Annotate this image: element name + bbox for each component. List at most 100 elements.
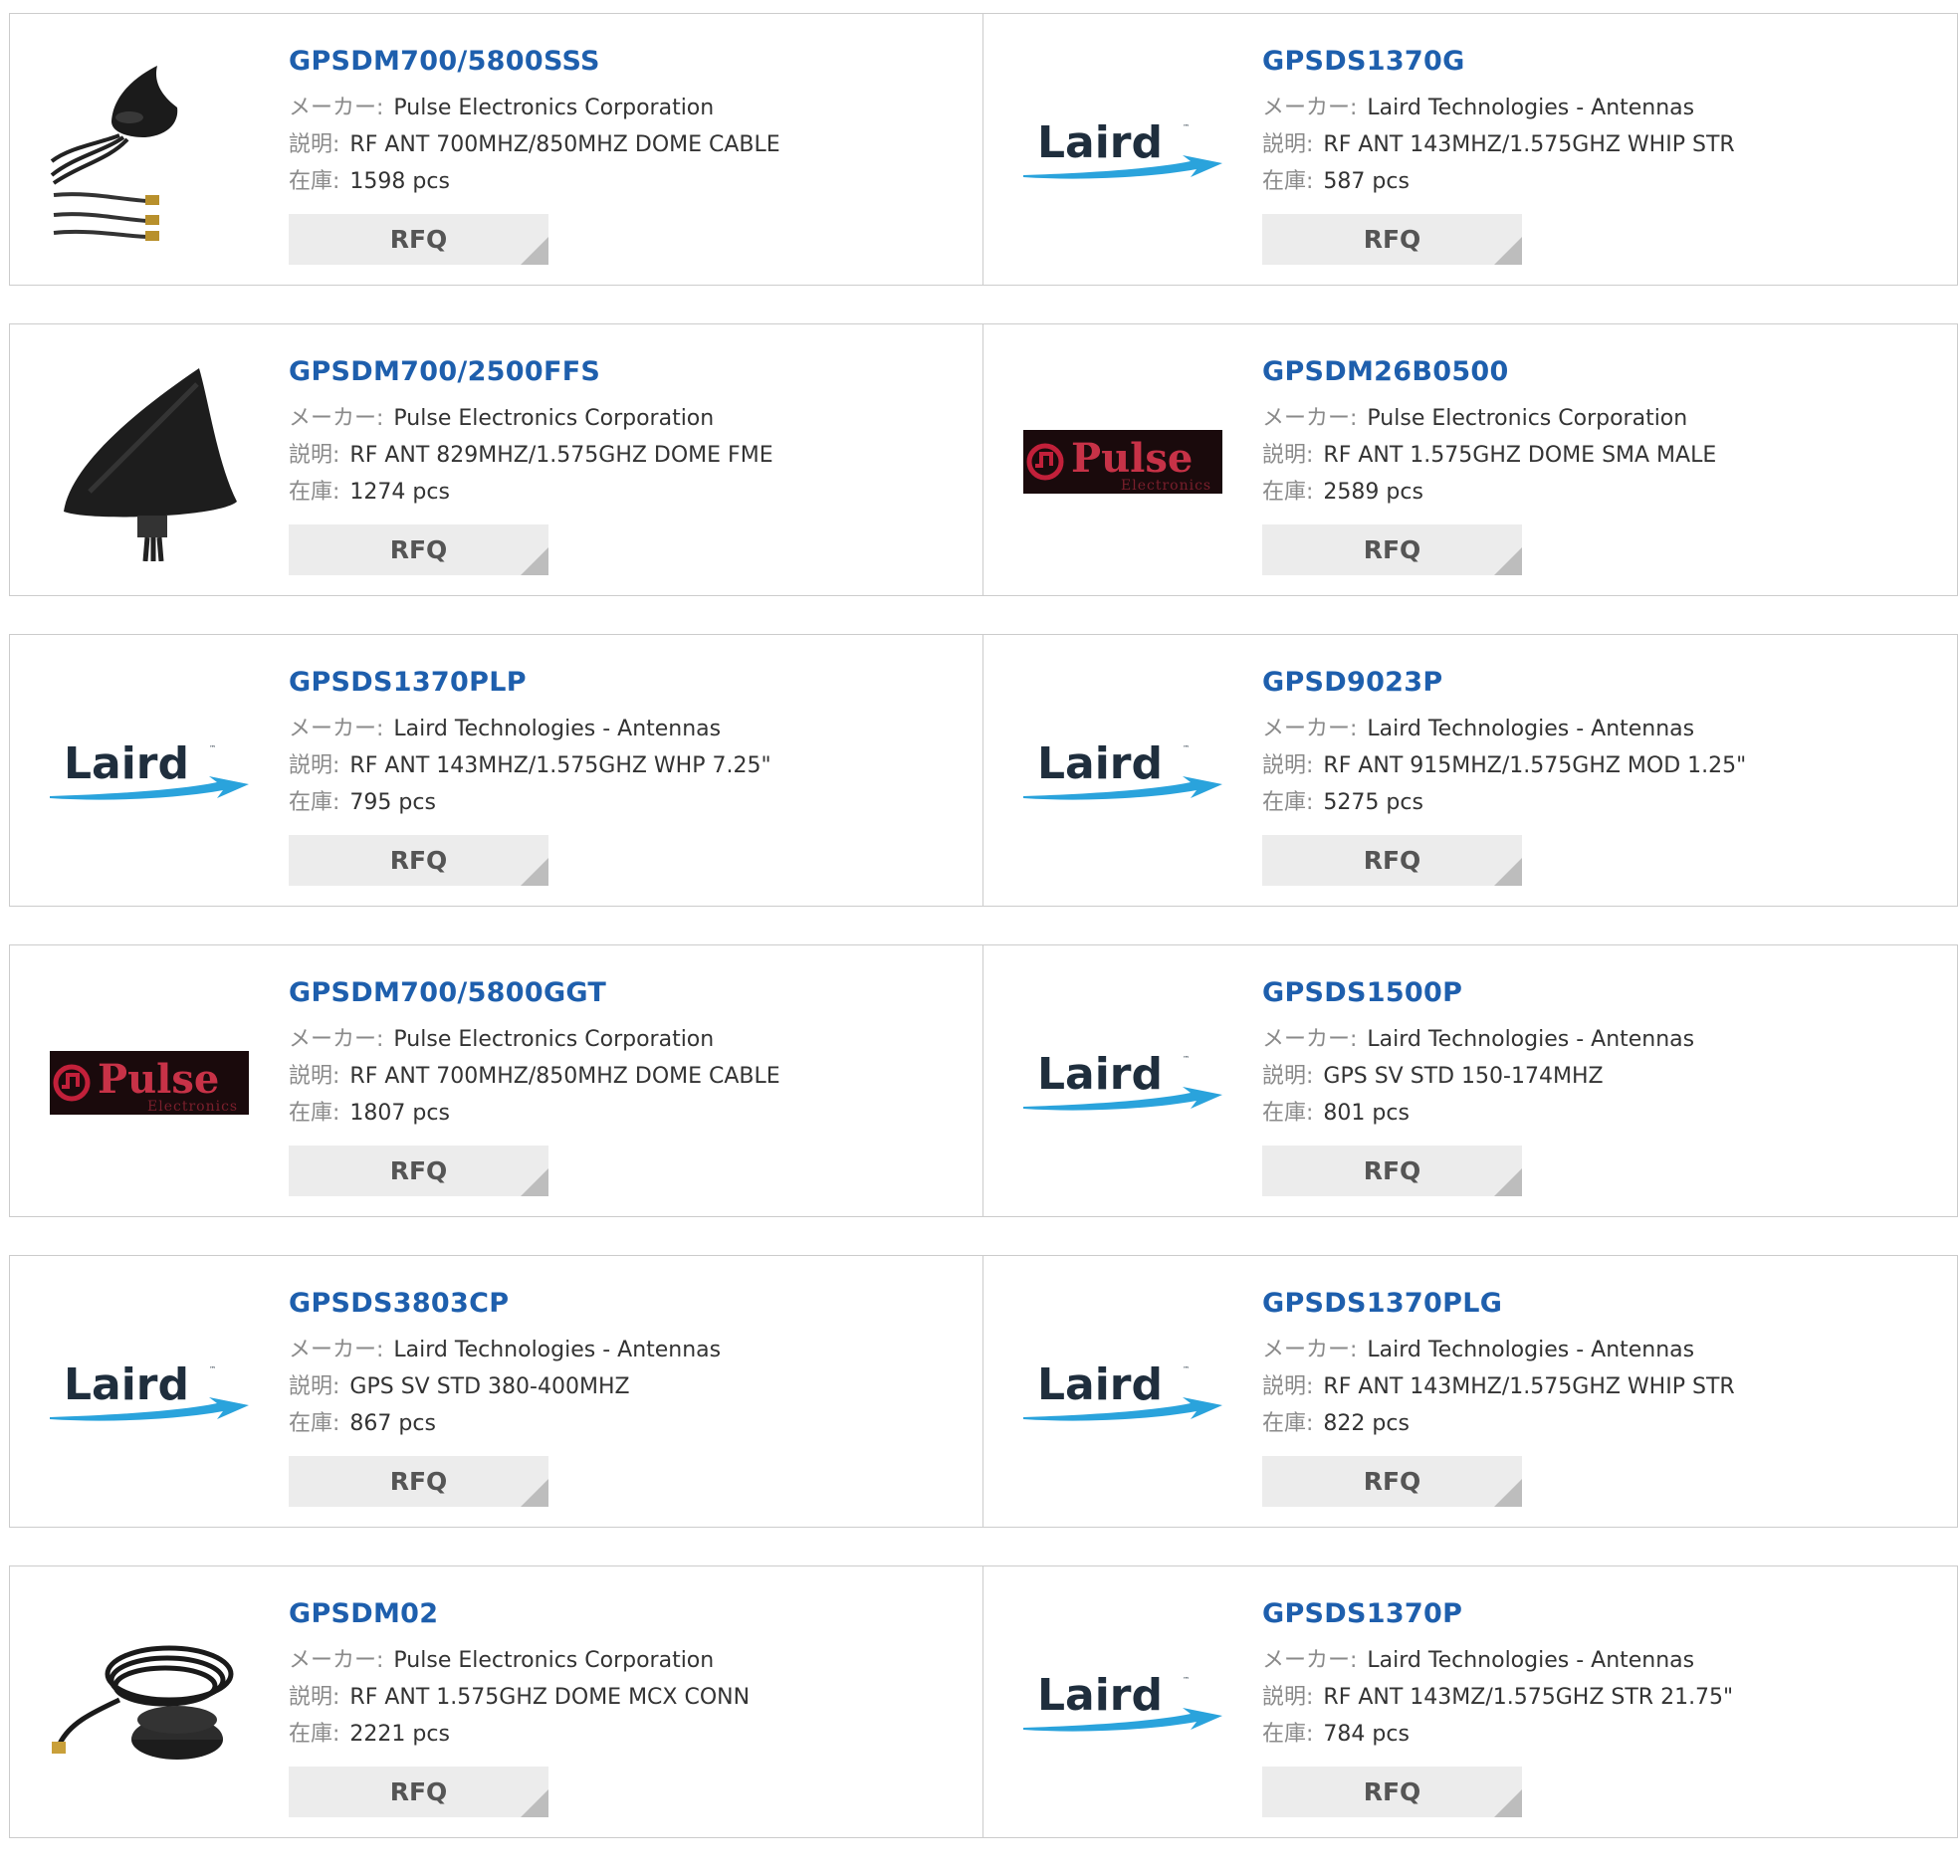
product-row: Laird ™ GPSDS1370PLP メーカー: Laird Technolo…	[9, 634, 1958, 907]
rfq-button-label: RFQ	[389, 1156, 448, 1185]
manufacturer-label: メーカー:	[289, 1027, 384, 1052]
rfq-button[interactable]: RFQ	[289, 835, 548, 886]
part-number-link[interactable]: GPSDS1370PLG	[1262, 1286, 1735, 1322]
part-number-link[interactable]: GPSDS1370PLP	[289, 665, 771, 701]
product-image[interactable]: Laird ™	[1023, 673, 1222, 872]
product-image[interactable]	[50, 362, 249, 561]
product-info: GPSDS1370G メーカー: Laird Technologies - Ant…	[1262, 44, 1735, 200]
stock-label: 在庫:	[289, 1101, 340, 1126]
part-number-link[interactable]: GPSDM700/5800GGT	[289, 975, 780, 1011]
laird-logo-text: Laird	[1037, 1049, 1163, 1100]
description-value: RF ANT 915MHZ/1.575GHZ MOD 1.25"	[1323, 753, 1747, 778]
stock-label: 在庫:	[289, 480, 340, 505]
manufacturer-value: Laird Technologies - Antennas	[1367, 1338, 1695, 1362]
product-image[interactable]: Pulse Electronics	[1023, 362, 1222, 561]
manufacturer-value: Laird Technologies - Antennas	[1367, 1648, 1695, 1673]
part-number-link[interactable]: GPSDM700/2500FFS	[289, 354, 773, 390]
stock-value: 1274 pcs	[349, 480, 450, 505]
product-image[interactable]: Pulse Electronics	[50, 983, 249, 1182]
stock-value: 795 pcs	[349, 790, 436, 815]
description-label: 説明:	[1262, 1685, 1314, 1710]
rfq-button[interactable]: RFQ	[289, 1456, 548, 1507]
stock-line: 在庫: 822 pcs	[1262, 1405, 1735, 1442]
part-number-link[interactable]: GPSDM02	[289, 1596, 750, 1632]
rfq-button-label: RFQ	[1363, 846, 1421, 875]
rfq-button[interactable]: RFQ	[289, 1146, 548, 1196]
rfq-button[interactable]: RFQ	[1262, 1146, 1522, 1196]
rfq-button[interactable]: RFQ	[1262, 524, 1522, 575]
stock-value: 822 pcs	[1323, 1411, 1410, 1436]
svg-text:™: ™	[1183, 744, 1190, 752]
pulse-logo-subtext: Electronics	[147, 1099, 238, 1115]
manufacturer-value: Laird Technologies - Antennas	[1367, 1027, 1695, 1052]
manufacturer-label: メーカー:	[1262, 406, 1358, 431]
pulse-logo-subtext: Electronics	[1121, 478, 1211, 494]
svg-text:™: ™	[209, 744, 216, 752]
rfq-button[interactable]: RFQ	[1262, 1767, 1522, 1817]
product-image[interactable]: Laird ™	[1023, 1604, 1222, 1803]
stock-line: 在庫: 587 pcs	[1262, 163, 1735, 200]
part-number-link[interactable]: GPSDS1370G	[1262, 44, 1735, 80]
description-line: 説明: GPS SV STD 150-174MHZ	[1262, 1058, 1694, 1095]
manufacturer-label: メーカー:	[1262, 1027, 1358, 1052]
manufacturer-label: メーカー:	[289, 96, 384, 120]
product-row: GPSDM700/5800SSS メーカー: Pulse Electronics …	[9, 13, 1958, 286]
rfq-button-label: RFQ	[389, 225, 448, 254]
rfq-button[interactable]: RFQ	[1262, 214, 1522, 265]
laird-logo: Laird ™	[50, 738, 249, 800]
description-value: RF ANT 829MHZ/1.575GHZ DOME FME	[349, 443, 773, 468]
stock-value: 1807 pcs	[349, 1101, 450, 1126]
stock-label: 在庫:	[289, 169, 340, 194]
product-info: GPSDM700/2500FFS メーカー: Pulse Electronics …	[289, 354, 773, 511]
description-label: 説明:	[289, 1374, 340, 1399]
product-info: GPSDS1370P メーカー: Laird Technologies - Ant…	[1262, 1596, 1733, 1753]
stock-line: 在庫: 1807 pcs	[289, 1095, 780, 1132]
product-image[interactable]	[50, 1604, 249, 1803]
description-label: 説明:	[1262, 753, 1314, 778]
part-number-link[interactable]: GPSDS1370P	[1262, 1596, 1733, 1632]
part-number-link[interactable]: GPSDS1500P	[1262, 975, 1694, 1011]
manufacturer-value: Pulse Electronics Corporation	[393, 406, 715, 431]
description-label: 説明:	[1262, 132, 1314, 157]
description-value: RF ANT 143MHZ/1.575GHZ WHP 7.25"	[349, 753, 771, 778]
svg-text:™: ™	[1183, 1365, 1190, 1373]
laird-logo-text: Laird	[1037, 1670, 1163, 1721]
description-line: 説明: RF ANT 829MHZ/1.575GHZ DOME FME	[289, 437, 773, 474]
corner-triangle-icon	[521, 237, 548, 265]
product-info: GPSDS1370PLP メーカー: Laird Technologies - A…	[289, 665, 771, 821]
part-number-link[interactable]: GPSDM700/5800SSS	[289, 44, 780, 80]
part-number-link[interactable]: GPSDM26B0500	[1262, 354, 1716, 390]
corner-triangle-icon	[1494, 1789, 1522, 1817]
manufacturer-label: メーカー:	[289, 1338, 384, 1362]
rfq-button-label: RFQ	[1363, 1156, 1421, 1185]
product-image[interactable]: Laird ™	[50, 673, 249, 872]
rfq-button[interactable]: RFQ	[289, 1767, 548, 1817]
corner-triangle-icon	[1494, 237, 1522, 265]
manufacturer-value: Pulse Electronics Corporation	[393, 1027, 715, 1052]
part-number-link[interactable]: GPSDS3803CP	[289, 1286, 721, 1322]
description-value: RF ANT 143MZ/1.575GHZ STR 21.75"	[1323, 1685, 1734, 1710]
corner-triangle-icon	[1494, 1168, 1522, 1196]
product-info: GPSDS1370PLG メーカー: Laird Technologies - A…	[1262, 1286, 1735, 1442]
product-image[interactable]: Laird ™	[50, 1294, 249, 1493]
description-line: 説明: RF ANT 143MZ/1.575GHZ STR 21.75"	[1262, 1679, 1733, 1716]
description-label: 説明:	[1262, 443, 1314, 468]
corner-triangle-icon	[521, 858, 548, 886]
product-image[interactable]: Laird ™	[1023, 52, 1222, 251]
rfq-button[interactable]: RFQ	[1262, 1456, 1522, 1507]
manufacturer-line: メーカー: Laird Technologies - Antennas	[1262, 1021, 1694, 1058]
rfq-button-label: RFQ	[389, 1777, 448, 1806]
laird-logo: Laird ™	[1023, 1359, 1222, 1421]
rfq-button[interactable]: RFQ	[1262, 835, 1522, 886]
manufacturer-line: メーカー: Pulse Electronics Corporation	[289, 90, 780, 126]
product-image[interactable]: Laird ™	[1023, 1294, 1222, 1493]
product-info: GPSDM02 メーカー: Pulse Electronics Corporati…	[289, 1596, 750, 1753]
product-image[interactable]	[50, 52, 249, 251]
rfq-button[interactable]: RFQ	[289, 524, 548, 575]
rfq-button[interactable]: RFQ	[289, 214, 548, 265]
part-number-link[interactable]: GPSD9023P	[1262, 665, 1746, 701]
product-info: GPSDS3803CP メーカー: Laird Technologies - An…	[289, 1286, 721, 1442]
product-image[interactable]: Laird ™	[1023, 983, 1222, 1182]
manufacturer-line: メーカー: Laird Technologies - Antennas	[1262, 711, 1746, 747]
description-line: 説明: RF ANT 700MHZ/850MHZ DOME CABLE	[289, 126, 780, 163]
